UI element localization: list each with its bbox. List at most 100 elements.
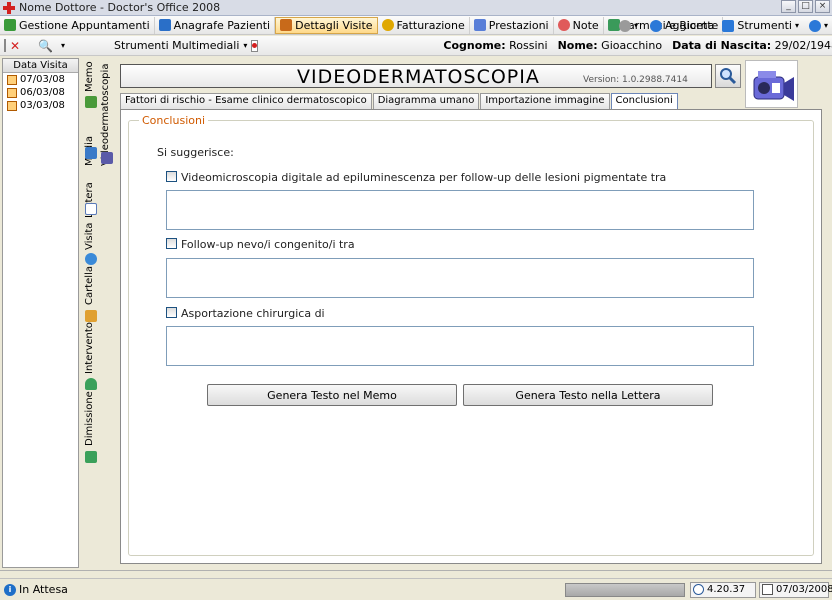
prescription-icon bbox=[607, 19, 620, 31]
visit-stethoscope-icon bbox=[85, 253, 97, 265]
tab-diagramma-umano[interactable]: Diagramma umano bbox=[372, 93, 480, 109]
side-tab-memo[interactable]: Memo bbox=[84, 61, 95, 92]
name-label: Nome: Gioacchino bbox=[557, 39, 663, 52]
tools-icon bbox=[722, 19, 735, 32]
multimedia-tools-label[interactable]: Strumenti Multimediali bbox=[114, 39, 239, 52]
splitter-bar[interactable] bbox=[0, 570, 832, 577]
status-message: i In Attesa bbox=[4, 583, 68, 596]
multimedia-dropdown-arrow-icon[interactable]: ▾ bbox=[243, 41, 247, 50]
module-tabs: Fattori di rischio - Esame clinico derma… bbox=[120, 93, 679, 110]
videomicroscopy-textbox[interactable] bbox=[166, 190, 754, 230]
surgical-removal-textbox[interactable] bbox=[166, 326, 754, 366]
camera-icon bbox=[101, 152, 113, 164]
progress-fill bbox=[566, 584, 684, 596]
generate-letter-text-button[interactable]: Genera Testo nella Lettera bbox=[463, 384, 713, 406]
surgery-person-icon bbox=[85, 378, 97, 390]
side-tab-strip: Memo Videodermatoscopia Media Lettera Vi… bbox=[82, 58, 116, 568]
app-version: 4.20.37 bbox=[707, 584, 746, 595]
maximize-button[interactable]: □ bbox=[798, 0, 813, 13]
side-tab-cartella[interactable]: Cartella bbox=[84, 266, 95, 305]
status-bar: i In Attesa 4.20.37 07/03/2008 bbox=[0, 578, 832, 600]
name-value: Gioacchino bbox=[601, 39, 663, 52]
surname-label: Cognome: Rossini bbox=[443, 39, 548, 52]
current-date: 07/03/2008 bbox=[776, 584, 832, 595]
invoice-coin-icon bbox=[381, 19, 394, 31]
search-magnifier-icon[interactable]: 🔍 bbox=[38, 38, 53, 54]
media-image-icon bbox=[85, 147, 97, 159]
patients-icon bbox=[158, 19, 171, 31]
calendar-icon bbox=[7, 74, 17, 85]
videocamera-logo bbox=[745, 60, 798, 108]
record-icon[interactable] bbox=[251, 39, 259, 52]
videomicroscopy-checkbox[interactable] bbox=[166, 171, 177, 182]
menu-fatturazione[interactable]: Fatturazione bbox=[378, 16, 470, 34]
menu-right-group: ▾ Aggiorna Strumenti ▾ ▾ bbox=[619, 17, 828, 34]
delete-icon[interactable]: ✕ bbox=[10, 38, 20, 54]
settings-dropdown-arrow-icon[interactable]: ▾ bbox=[634, 21, 638, 30]
follow-up-textbox[interactable] bbox=[166, 258, 754, 298]
side-tab-visita[interactable]: Visita bbox=[84, 223, 95, 250]
videocamera-icon bbox=[753, 71, 794, 101]
surgical-removal-label[interactable]: Asportazione chirurgica di bbox=[181, 307, 325, 320]
conclusions-group-title: Conclusioni bbox=[139, 114, 209, 127]
window-controls: _ □ × bbox=[781, 0, 830, 13]
menu-aggiorna[interactable]: Aggiorna bbox=[646, 17, 718, 34]
visit-date-item[interactable]: 03/03/08 bbox=[3, 99, 78, 112]
window-title: Nome Dottore - Doctor's Office 2008 bbox=[19, 1, 221, 14]
side-tab-intervento[interactable]: Intervento bbox=[84, 322, 95, 374]
menu-prestazioni[interactable]: Prestazioni bbox=[470, 16, 554, 34]
surname-value: Rossini bbox=[509, 39, 548, 52]
app-cross-icon bbox=[3, 1, 15, 14]
module-header: VIDEODERMATOSCOPIA Version: 1.0.2988.741… bbox=[120, 64, 712, 88]
visit-dates-header: Data Visita bbox=[3, 59, 78, 73]
menu-note[interactable]: Note bbox=[554, 16, 604, 34]
module-title: VIDEODERMATOSCOPIA bbox=[297, 66, 540, 88]
menu-strumenti[interactable]: Strumenti ▾ bbox=[718, 17, 803, 34]
tab-conclusioni[interactable]: Conclusioni bbox=[610, 93, 678, 110]
menu-gestione-appuntamenti[interactable]: Gestione Appuntamenti bbox=[0, 16, 155, 34]
follow-up-checkbox[interactable] bbox=[166, 238, 177, 249]
menu-anagrafe-pazienti[interactable]: Anagrafe Pazienti bbox=[155, 16, 276, 34]
discharge-exit-icon bbox=[85, 451, 97, 463]
close-button[interactable]: × bbox=[815, 0, 830, 13]
toolbar: ✕ 🔍 ▾ Strumenti Multimediali ▾ Cognome: … bbox=[0, 36, 832, 56]
tab-fattori-di-rischio[interactable]: Fattori di rischio - Esame clinico derma… bbox=[120, 93, 372, 109]
generate-memo-text-button[interactable]: Genera Testo nel Memo bbox=[207, 384, 457, 406]
info-icon: i bbox=[4, 583, 16, 596]
help-dropdown-arrow-icon[interactable]: ▾ bbox=[824, 21, 828, 30]
tab-importazione-immagine[interactable]: Importazione immagine bbox=[480, 93, 610, 109]
birth-date-value: 29/02/1948 bbox=[774, 39, 832, 52]
status-progress-bar bbox=[565, 583, 685, 597]
follow-up-label[interactable]: Follow-up nevo/i congenito/i tra bbox=[181, 238, 355, 251]
paste-dropdown-arrow-icon[interactable]: ▾ bbox=[61, 41, 65, 50]
videomicroscopy-label[interactable]: Videomicroscopia digitale ad epiluminesc… bbox=[181, 171, 666, 184]
search-button[interactable] bbox=[715, 64, 741, 88]
visit-date-item[interactable]: 07/03/08 bbox=[3, 73, 78, 86]
date-panel: 07/03/2008 bbox=[759, 582, 832, 598]
surgical-removal-checkbox[interactable] bbox=[166, 307, 177, 318]
title-bar: Nome Dottore - Doctor's Office 2008 _ □ … bbox=[0, 0, 832, 16]
visit-date-item[interactable]: 06/03/08 bbox=[3, 86, 78, 99]
side-tab-dimissione[interactable]: Dimissione bbox=[84, 391, 95, 446]
magnifier-icon bbox=[720, 68, 737, 85]
help-icon[interactable] bbox=[808, 19, 821, 32]
menu-dettagli-visite[interactable]: Dettagli Visite bbox=[275, 16, 378, 34]
suggestion-intro: Si suggerisce: bbox=[157, 146, 234, 159]
settings-gear-icon[interactable] bbox=[619, 19, 631, 32]
calendar-icon bbox=[7, 87, 17, 98]
minimize-button[interactable]: _ bbox=[781, 0, 796, 13]
calendar-icon bbox=[7, 100, 17, 111]
services-icon bbox=[473, 19, 486, 31]
menu-bar: Gestione Appuntamenti Anagrafe Pazienti … bbox=[0, 16, 832, 35]
module-version: Version: 1.0.2988.7414 bbox=[583, 75, 688, 85]
side-tab-videodermatoscopia[interactable]: Videodermatoscopia bbox=[100, 64, 111, 166]
status-text: In Attesa bbox=[19, 583, 68, 596]
clock-icon bbox=[693, 584, 704, 595]
memo-pencil-icon bbox=[85, 96, 97, 108]
version-panel: 4.20.37 bbox=[690, 582, 756, 598]
visit-details-icon bbox=[280, 19, 293, 31]
letter-envelope-icon bbox=[85, 203, 97, 215]
new-document-icon[interactable] bbox=[4, 39, 6, 52]
birth-date-label: Data di Nascita: 29/02/1948 bbox=[672, 39, 832, 52]
refresh-icon bbox=[650, 19, 663, 32]
